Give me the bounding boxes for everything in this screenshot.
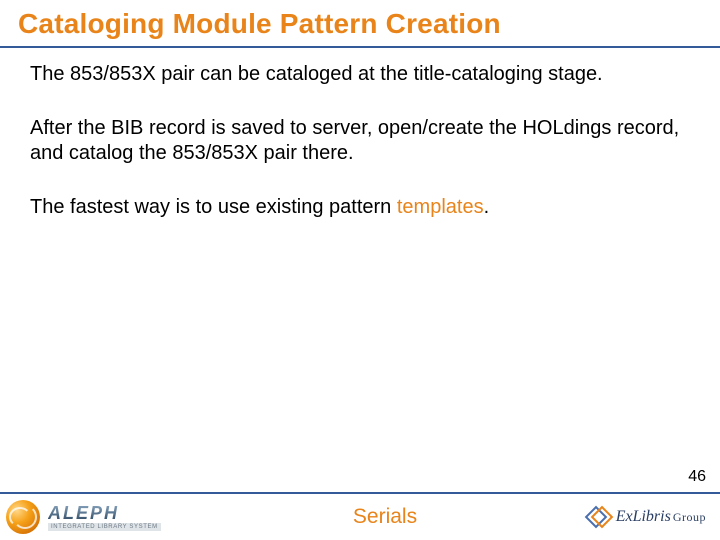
exlibris-mark-icon <box>588 506 610 528</box>
paragraph-2: After the BIB record is saved to server,… <box>30 116 690 167</box>
footer: ALEPH INTEGRATED LIBRARY SYSTEM Serials … <box>0 492 720 540</box>
aleph-subtitle: INTEGRATED LIBRARY SYSTEM <box>48 523 161 531</box>
paragraph-1: The 853/853X pair can be cataloged at th… <box>30 62 690 88</box>
aleph-logo-text: ALEPH INTEGRATED LIBRARY SYSTEM <box>48 504 161 531</box>
paragraph-3-lead: The fastest way is to use existing patte… <box>30 196 397 218</box>
exlibris-word: ExLibris <box>616 508 671 525</box>
paragraph-3: The fastest way is to use existing patte… <box>30 195 690 221</box>
slide-title: Cataloging Module Pattern Creation <box>0 0 720 48</box>
paragraph-3-tail: . <box>484 196 490 218</box>
aleph-word: ALEPH <box>48 504 161 522</box>
exlibris-group: Group <box>673 510 706 524</box>
aleph-logo: ALEPH INTEGRATED LIBRARY SYSTEM <box>0 500 220 534</box>
page-number: 46 <box>688 468 706 486</box>
aleph-orb-icon <box>6 500 40 534</box>
templates-word: templates <box>397 196 484 218</box>
slide-body: The 853/853X pair can be cataloged at th… <box>0 48 720 220</box>
exlibris-text: ExLibrisGroup <box>616 508 706 526</box>
exlibris-logo: ExLibrisGroup <box>550 506 720 528</box>
slide: Cataloging Module Pattern Creation The 8… <box>0 0 720 540</box>
footer-center-label: Serials <box>220 505 550 529</box>
